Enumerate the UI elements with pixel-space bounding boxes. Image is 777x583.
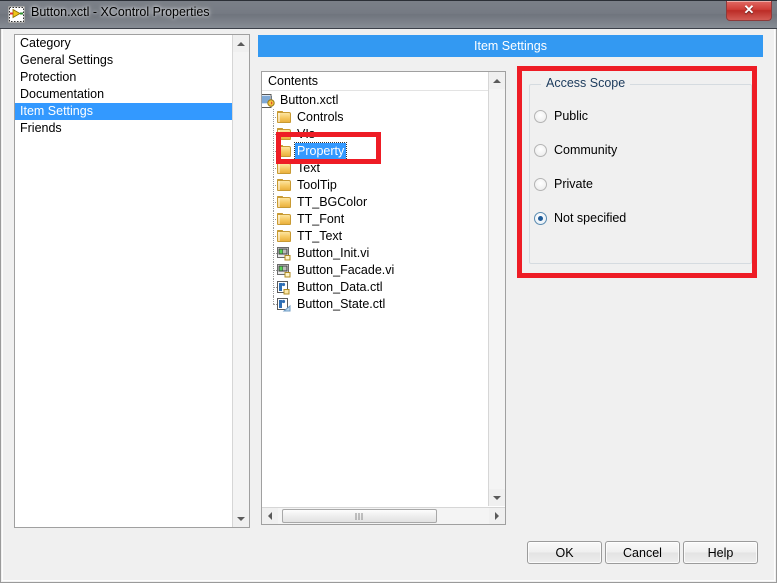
category-item-friends[interactable]: Friends xyxy=(15,120,233,137)
scroll-up-arrow[interactable] xyxy=(489,72,505,89)
window-title: Button.xctl - XControl Properties xyxy=(31,5,210,19)
contents-tree[interactable]: Button.xctl Controls VIs Property Text ToolTi… xyxy=(262,92,488,506)
radio-unchecked-icon[interactable] xyxy=(534,177,547,191)
category-listbox[interactable]: Category General Settings Protection Docum… xyxy=(14,34,250,528)
radio-unchecked-icon[interactable] xyxy=(534,109,547,123)
category-item-protection[interactable]: Protection xyxy=(15,69,233,86)
xcontrol-icon xyxy=(262,94,275,108)
folder-icon xyxy=(277,111,292,125)
category-vertical-scrollbar[interactable] xyxy=(232,35,249,527)
tree-connector-line xyxy=(273,296,274,304)
tree-item-label: Text xyxy=(297,161,320,175)
tree-item[interactable]: Button_Data.ctl xyxy=(262,279,488,296)
tree-item-label: Button_State.ctl xyxy=(297,297,386,311)
tree-item[interactable]: Property xyxy=(262,142,488,161)
contents-header: Contents xyxy=(262,72,488,91)
tree-item[interactable]: TT_Font xyxy=(262,211,488,228)
radio-public[interactable]: Public xyxy=(534,107,588,125)
tree-vertical-scrollbar[interactable] xyxy=(488,72,505,506)
tree-item-label: ToolTip xyxy=(297,178,337,192)
close-button[interactable]: ✕ xyxy=(726,1,772,21)
contents-panel[interactable]: Contents Button.xctl Controls VIs Property T… xyxy=(261,71,506,525)
radio-label: Private xyxy=(554,177,593,191)
tree-item[interactable]: VIs xyxy=(262,126,488,143)
category-header: Category xyxy=(20,36,71,50)
radio-label: Community xyxy=(554,143,618,157)
folder-icon xyxy=(277,179,292,193)
tree-item-label: Button.xctl xyxy=(280,93,339,107)
radio-community[interactable]: Community xyxy=(534,141,617,159)
ctl-state-icon xyxy=(277,298,292,312)
access-scope-group: Access Scope Public Community Private Not s… xyxy=(529,76,752,264)
tree-item[interactable]: Button_Init.vi xyxy=(262,245,488,262)
category-list[interactable]: Category General Settings Protection Docum… xyxy=(15,35,233,527)
tree-item[interactable]: TT_BGColor xyxy=(262,194,488,211)
tree-item-label: Button_Init.vi xyxy=(297,246,370,260)
folder-icon xyxy=(277,213,292,227)
ctl-icon xyxy=(277,281,292,295)
folder-icon xyxy=(277,196,292,210)
tree-item[interactable]: Text xyxy=(262,160,488,177)
section-banner: Item Settings xyxy=(258,35,763,57)
horizontal-scroll-thumb[interactable] xyxy=(282,509,437,523)
radio-not-specified[interactable]: Not specified xyxy=(534,209,626,227)
tree-item-label: Property xyxy=(293,142,348,161)
radio-private[interactable]: Private xyxy=(534,175,593,193)
tree-item[interactable]: Controls xyxy=(262,109,488,126)
tree-horizontal-scrollbar[interactable] xyxy=(262,507,505,524)
title-bar: Button.xctl - XControl Properties ✕ xyxy=(0,0,777,29)
tree-item-label: Button_Data.ctl xyxy=(297,280,383,294)
category-item-documentation[interactable]: Documentation xyxy=(15,86,233,103)
radio-unchecked-icon[interactable] xyxy=(534,143,547,157)
tree-item[interactable]: Button_Facade.vi xyxy=(262,262,488,279)
radio-checked-icon[interactable] xyxy=(534,211,547,225)
scroll-down-arrow[interactable] xyxy=(233,510,249,527)
folder-icon xyxy=(277,230,292,244)
tree-item[interactable]: Button.xctl xyxy=(262,92,488,109)
scroll-left-arrow[interactable] xyxy=(262,508,278,524)
tree-item-label: Button_Facade.vi xyxy=(297,263,395,277)
category-item-item-settings[interactable]: Item Settings xyxy=(15,103,233,120)
tree-item-label: Controls xyxy=(297,110,344,124)
section-banner-title: Item Settings xyxy=(474,39,547,53)
radio-label: Public xyxy=(554,109,589,123)
scroll-down-arrow[interactable] xyxy=(489,489,505,506)
tree-item-label: TT_Text xyxy=(297,229,343,243)
vi-icon xyxy=(277,247,292,261)
tree-item-label: TT_Font xyxy=(297,212,345,226)
category-item-general-settings[interactable]: General Settings xyxy=(15,52,233,69)
help-button[interactable]: Help xyxy=(683,541,758,564)
folder-icon xyxy=(277,145,292,159)
tree-item[interactable]: Button_State.ctl xyxy=(262,296,488,313)
scroll-thumb-grip xyxy=(355,513,364,520)
ok-button[interactable]: OK xyxy=(527,541,602,564)
radio-label: Not specified xyxy=(554,211,627,225)
access-scope-legend: Access Scope xyxy=(541,76,631,90)
cancel-button[interactable]: Cancel xyxy=(605,541,680,564)
scroll-right-arrow[interactable] xyxy=(489,508,505,524)
xcontrol-properties-dialog: Button.xctl - XControl Properties ✕ Cate… xyxy=(0,0,777,583)
tree-item-label: VIs xyxy=(297,127,316,141)
tree-item[interactable]: TT_Text xyxy=(262,228,488,245)
folder-icon xyxy=(277,162,292,176)
vi-icon xyxy=(277,264,292,278)
tree-item[interactable]: ToolTip xyxy=(262,177,488,194)
folder-icon xyxy=(277,128,292,142)
scroll-up-arrow[interactable] xyxy=(233,35,249,52)
xcontrol-icon xyxy=(7,5,26,24)
close-icon: ✕ xyxy=(743,2,755,17)
tree-item-label: TT_BGColor xyxy=(297,195,368,209)
